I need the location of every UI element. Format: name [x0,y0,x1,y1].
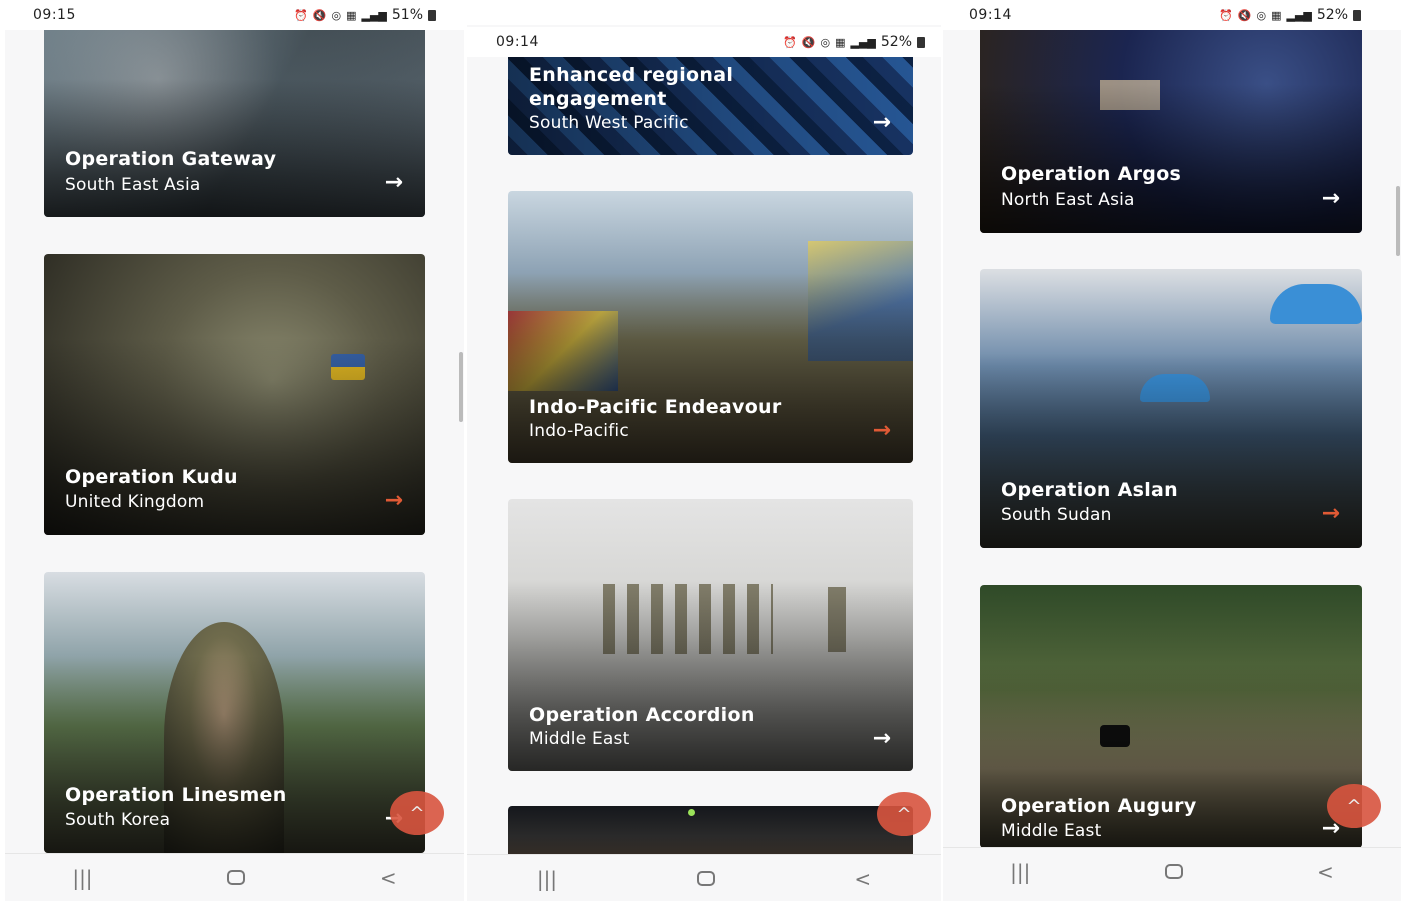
hotspot-icon: ◎ [1256,8,1267,22]
chevron-up-icon: ^ [409,802,425,824]
arrow-right-icon: → [872,110,891,135]
card-subtitle: South West Pacific [529,113,689,133]
phone-screen-2: 09:14 ⏰ 🔇 ◎ ▦ ▂▄▆ 52% Enhanced regional … [467,0,941,901]
status-bar: 09:14 ⏰ 🔇 ◎ ▦ ▂▄▆ 52% [467,27,941,57]
operation-card-kudu[interactable]: Operation Kudu United Kingdom → [44,254,425,535]
status-time: 09:14 [496,34,539,50]
hotspot-icon: ◎ [331,8,342,22]
hotspot-icon: ◎ [820,35,831,49]
card-subtitle: Indo-Pacific [529,421,629,441]
mute-icon: 🔇 [312,8,327,22]
scrollbar[interactable] [1396,186,1400,256]
recent-apps-button[interactable]: ||| [72,866,92,890]
status-icons: ⏰ 🔇 ◎ ▦ ▂▄▆ 52% [1219,7,1361,23]
scrollbar[interactable] [459,352,463,422]
phone-screen-1: 09:15 ⏰ 🔇 ◎ ▦ ▂▄▆ 51% Operation Gateway … [5,0,464,901]
operation-card-linesmen[interactable]: Operation Linesmen South Korea → [44,572,425,853]
card-title: Indo-Pacific Endeavour [529,396,782,418]
card-subtitle: Middle East [1001,821,1102,841]
operation-card-augury[interactable]: Operation Augury Middle East → [980,585,1362,848]
arrow-right-icon: → [872,726,891,751]
home-button[interactable] [696,871,715,886]
back-button[interactable]: < [854,867,871,891]
status-icons: ⏰ 🔇 ◎ ▦ ▂▄▆ 51% [294,7,436,23]
arrow-right-icon: → [384,488,403,513]
card-subtitle: North East Asia [1001,190,1135,210]
battery-icon [428,9,436,21]
status-bar: 09:14 ⏰ 🔇 ◎ ▦ ▂▄▆ 52% [943,0,1401,30]
card-subtitle: South Sudan [1001,505,1112,525]
alarm-icon: ⏰ [783,35,797,49]
scroll-to-top-button[interactable]: ^ [390,791,444,835]
card-title: Operation Kudu [65,466,238,488]
light-dot [688,809,695,816]
signal-icon: ▂▄▆ [1286,8,1312,22]
card-title: Operation Linesmen [65,784,287,806]
blue-beret [1270,284,1362,324]
operation-card-aslan[interactable]: Operation Aslan South Sudan → [980,269,1362,548]
battery-percent: 52% [1316,7,1348,23]
scroll-to-top-button[interactable]: ^ [877,792,931,836]
android-nav-bar: ||| < [467,854,941,901]
status-time: 09:14 [969,7,1012,23]
arrow-right-icon: → [1321,186,1340,211]
card-subtitle: South Korea [65,810,171,830]
status-icons: ⏰ 🔇 ◎ ▦ ▂▄▆ 52% [783,34,925,50]
arrow-right-icon: → [384,170,403,195]
operation-card-indo-pacific-endeavour[interactable]: Indo-Pacific Endeavour Indo-Pacific → [508,191,913,463]
card-subtitle: Middle East [529,729,630,749]
arrow-right-icon: → [872,418,891,443]
signal-icon: ▂▄▆ [850,35,876,49]
card-title: Operation Gateway [65,148,277,170]
battery-percent: 51% [391,7,423,23]
home-button[interactable] [227,870,246,885]
android-nav-bar: ||| < [5,853,464,901]
card-title: Operation Argos [1001,163,1182,185]
android-nav-bar: ||| < [943,847,1401,895]
back-button[interactable]: < [380,866,397,890]
card-title: Operation Augury [1001,795,1197,817]
scroll-to-top-button[interactable]: ^ [1327,784,1381,828]
card-subtitle: United Kingdom [65,492,205,512]
card-title: Enhanced regional engagement [529,64,734,110]
card-subtitle: South East Asia [65,175,201,195]
volte-icon: ▦ [346,8,357,22]
operation-card-gateway[interactable]: Operation Gateway South East Asia → [44,20,425,217]
battery-percent: 52% [880,34,912,50]
volte-icon: ▦ [835,35,846,49]
volte-icon: ▦ [1271,8,1282,22]
card-title: Operation Aslan [1001,479,1178,501]
card-title: Operation Accordion [529,704,755,726]
battery-icon [917,36,925,48]
operation-card-enhanced-regional-engagement[interactable]: Enhanced regional engagement South West … [508,45,913,155]
operation-card-argos[interactable]: Operation Argos North East Asia → [980,20,1362,233]
phone-screen-3: 09:14 ⏰ 🔇 ◎ ▦ ▂▄▆ 52% Operation Argos No… [943,0,1401,901]
chevron-up-icon: ^ [896,803,912,825]
operation-card-accordion[interactable]: Operation Accordion Middle East → [508,499,913,771]
recent-apps-button[interactable]: ||| [1010,860,1030,884]
mute-icon: 🔇 [801,35,816,49]
recent-apps-button[interactable]: ||| [537,867,557,891]
mute-icon: 🔇 [1237,8,1252,22]
alarm-icon: ⏰ [294,8,308,22]
back-button[interactable]: < [1317,860,1334,884]
arrow-right-icon: → [1321,501,1340,526]
signal-icon: ▂▄▆ [361,8,387,22]
chevron-up-icon: ^ [1346,795,1362,817]
status-bar: 09:15 ⏰ 🔇 ◎ ▦ ▂▄▆ 51% [5,0,464,30]
status-time: 09:15 [33,7,76,23]
battery-icon [1353,9,1361,21]
alarm-icon: ⏰ [1219,8,1233,22]
home-button[interactable] [1164,864,1183,879]
